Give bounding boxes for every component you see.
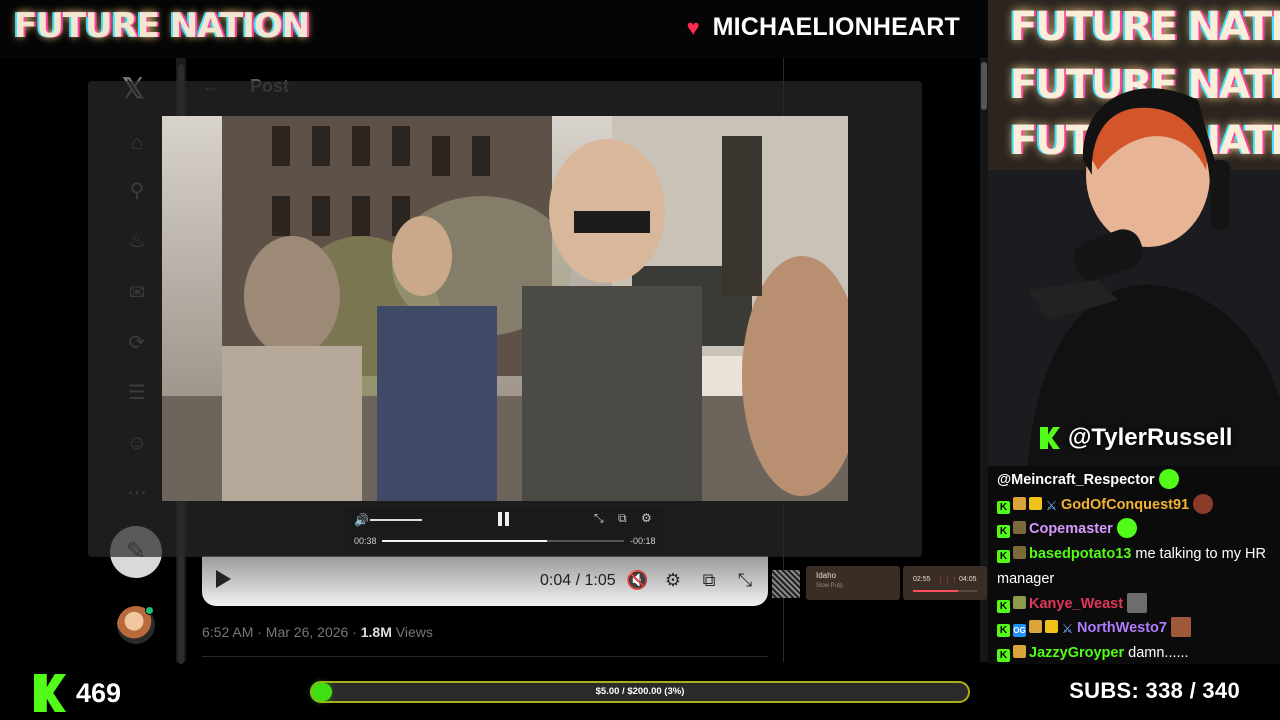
volume-slider[interactable] — [370, 519, 422, 521]
song-progress-bar — [913, 590, 977, 592]
subscriber-badge-icon — [1013, 496, 1026, 510]
streamer-name: MICHAELIONHEART — [712, 13, 960, 41]
view-count: 1.8M — [360, 624, 392, 640]
brand-logo: FUTURE NATION — [14, 6, 310, 46]
kick-badge-icon: K — [997, 500, 1010, 514]
play-icon[interactable] — [216, 570, 231, 588]
top-bar: FUTURE NATION ♥ MICHAELIONHEART — [0, 0, 988, 58]
popup-seek-bar[interactable] — [382, 540, 624, 542]
post-meta: 6:52 AM · Mar 26, 2026 · 1.8M Views — [202, 624, 433, 640]
chat-username[interactable]: @Meincraft_Respector — [997, 472, 1155, 488]
gear-icon[interactable]: ⚙ — [641, 511, 652, 525]
inline-video-controls: 0:04 / 1:05 🔇 ⚙ ⧉ ⤡ — [202, 556, 768, 606]
emote-icon — [1158, 469, 1179, 489]
popout-icon[interactable]: ⧉ — [618, 511, 627, 526]
chat-message: K ⚔ GodOfConquest91 — [997, 493, 1274, 518]
equalizer-icon: ⋮⋮⋮ — [937, 577, 958, 584]
chat-text: damn...... — [1128, 644, 1189, 661]
chat-username[interactable]: JazzyGroyper — [1029, 645, 1124, 661]
popup-elapsed: 00:38 — [354, 536, 377, 546]
video-time: 0:04 / 1:05 — [540, 572, 616, 589]
song-title: Idaho — [816, 571, 837, 580]
settings-icon[interactable]: ⚙ — [662, 569, 684, 591]
volume-icon[interactable]: 🔊 — [354, 513, 369, 527]
chat-message: K JazzyGroyper damn...... — [997, 641, 1274, 664]
chat-message: K OG ⚔ NorthWesto7 — [997, 616, 1274, 641]
viewer-counter: 469 — [34, 674, 121, 712]
subscriber-badge-icon — [1013, 595, 1026, 609]
chat-username[interactable]: NorthWesto7 — [1077, 620, 1167, 636]
popup-video[interactable] — [162, 116, 848, 501]
emote-icon — [1127, 592, 1148, 613]
bottom-bar: 469 $5.00 / $200.00 (3%) SUBS: 338 / 340 — [0, 664, 1280, 720]
chat-message: Kbasedpotato13 me talking to my HR manag… — [997, 542, 1274, 591]
fullscreen-icon[interactable]: ⤡ — [734, 569, 756, 591]
kick-logo-icon — [34, 674, 66, 712]
sword-badge-icon: ⚔ — [1061, 621, 1074, 637]
chat-message: K Kanye_Weast — [997, 592, 1274, 617]
expand-icon[interactable]: ⤡ — [594, 511, 604, 526]
views-label: Views — [391, 624, 433, 640]
og-badge-icon: OG — [1013, 624, 1026, 638]
sword-badge-icon: ⚔ — [1045, 497, 1058, 513]
account-avatar[interactable] — [117, 606, 155, 644]
crown-badge-icon — [1045, 620, 1058, 634]
chat-username[interactable]: Copemaster — [1029, 521, 1113, 537]
song-total: 04:05 — [959, 576, 977, 583]
emote-icon — [1170, 617, 1191, 638]
streamer-tag: ♥ MICHAELIONHEART — [687, 13, 960, 42]
popup-remaining: -00:18 — [630, 536, 656, 546]
subs-counter: SUBS: 338 / 340 — [1069, 678, 1240, 703]
emote-icon — [1116, 518, 1137, 539]
popup-player-controls: 🔊 ⤡ ⧉ ⚙ 00:38 -00:18 — [344, 506, 664, 552]
album-art — [772, 570, 800, 598]
chat-username[interactable]: basedpotato13 — [1029, 546, 1131, 562]
kick-logo-icon — [1040, 427, 1060, 449]
subscriber-badge-icon — [1013, 644, 1026, 658]
kick-badge-icon: K — [997, 624, 1010, 638]
subscriber-badge-icon — [1013, 521, 1026, 535]
crown-badge-icon — [1029, 496, 1042, 510]
online-dot — [145, 606, 154, 615]
song-progress-card: 02:55 ⋮⋮⋮ 04:05 — [903, 566, 987, 600]
now-playing-card: Idaho Slow Pulp — [806, 566, 900, 600]
viewer-count: 469 — [76, 677, 122, 708]
pip-icon[interactable]: ⧉ — [698, 569, 720, 591]
mute-icon[interactable]: 🔇 — [626, 569, 648, 591]
kick-badge-icon: K — [997, 525, 1010, 539]
video-frame-image — [162, 116, 848, 501]
kick-badge-icon: K — [997, 648, 1010, 662]
donation-goal-bar: $5.00 / $200.00 (3%) — [310, 681, 970, 703]
subscriber-badge-icon — [1013, 546, 1026, 560]
heart-icon: ♥ — [686, 14, 700, 40]
subscriber-badge-icon — [1029, 620, 1042, 634]
post-timestamp: 6:52 AM · Mar 26, 2026 · — [202, 624, 361, 640]
kick-badge-icon: K — [997, 599, 1010, 613]
streamer-image — [988, 88, 1280, 466]
chat-panel: @Meincraft_Respector K ⚔ GodOfConquest91 K… — [988, 466, 1280, 664]
webcam-feed: FUTURE NATION FUTURE NATION FUTURE NATIO… — [988, 0, 1280, 466]
emote-icon — [1193, 493, 1214, 514]
handle-text: @TylerRussell — [1068, 424, 1233, 451]
chat-message: K Copemaster — [997, 517, 1274, 542]
streamer-handle: @TylerRussell — [1040, 424, 1232, 452]
kick-badge-icon: K — [997, 550, 1010, 564]
song-elapsed: 02:55 — [913, 576, 931, 583]
post-divider — [202, 656, 768, 657]
pause-icon[interactable] — [497, 512, 511, 526]
chat-message: @Meincraft_Respector — [997, 468, 1274, 493]
chat-username[interactable]: Kanye_Weast — [1029, 596, 1123, 612]
goal-text: $5.00 / $200.00 (3%) — [595, 686, 685, 697]
chat-username[interactable]: GodOfConquest91 — [1061, 497, 1189, 513]
song-artist: Slow Pulp — [816, 583, 843, 589]
